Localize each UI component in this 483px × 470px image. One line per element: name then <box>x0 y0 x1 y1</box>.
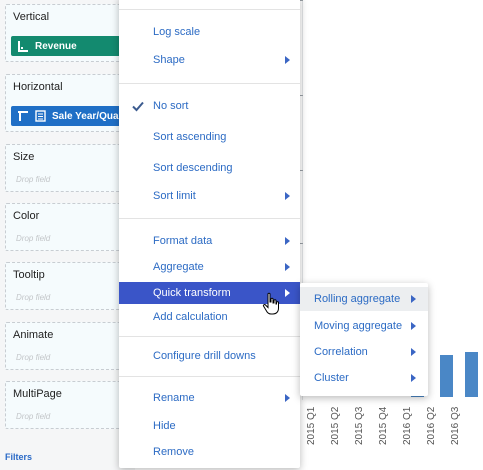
menu-item-hide-label: Hide <box>153 420 176 432</box>
menu-item-log-scale-label: Log scale <box>153 26 201 38</box>
animate-shelf[interactable]: Animate Drop field <box>5 322 133 370</box>
menu-item-no-sort[interactable]: No sort <box>119 95 300 117</box>
menu-item-sort-ascending-label: Sort ascending <box>153 131 227 143</box>
submenu-item-cluster-label: Cluster <box>314 372 349 384</box>
submenu-item-rolling-aggregate[interactable]: Rolling aggregate <box>300 287 428 311</box>
animate-drop-field: Drop field <box>16 353 51 362</box>
menu-separator <box>119 336 300 337</box>
x-axis-tick-label: 2015 Q1 <box>306 406 317 445</box>
revenue-pill[interactable]: Revenue <box>11 36 126 56</box>
menu-item-shape-label: Shape <box>153 54 185 66</box>
dimension-axis-icon <box>18 111 28 121</box>
menu-item-sort-descending-label: Sort descending <box>153 162 233 174</box>
calendar-icon <box>35 110 46 122</box>
submenu-arrow-icon <box>285 237 290 245</box>
chart-bar[interactable] <box>440 355 453 397</box>
hand-cursor-icon <box>262 292 279 315</box>
size-shelf[interactable]: Size Drop field <box>5 144 133 192</box>
submenu-item-correlation[interactable]: Correlation <box>300 340 428 364</box>
menu-item-rename[interactable]: Rename <box>119 387 300 409</box>
menu-item-format-data[interactable]: Format data <box>119 230 300 252</box>
menu-item-shape[interactable]: Shape <box>119 49 300 71</box>
menu-item-add-calculation-label: Add calculation <box>153 311 228 323</box>
menu-separator <box>119 218 300 219</box>
menu-item-sort-limit-label: Sort limit <box>153 190 196 202</box>
tooltip-shelf-label: Tooltip <box>13 269 45 281</box>
submenu-arrow-icon <box>411 322 416 330</box>
checkmark-icon <box>132 101 144 112</box>
submenu-arrow-icon <box>285 394 290 402</box>
submenu-arrow-icon <box>411 348 416 356</box>
filters-label[interactable]: Filters <box>5 452 32 462</box>
submenu-arrow-icon <box>285 56 290 64</box>
color-shelf[interactable]: Color Drop field <box>5 203 133 251</box>
x-axis-tick-label: 2016 Q3 <box>450 406 461 445</box>
multipage-drop-field: Drop field <box>16 412 51 421</box>
menu-item-configure-drill-downs-label: Configure drill downs <box>153 350 256 362</box>
menu-item-log-scale[interactable]: Log scale <box>119 21 300 43</box>
field-context-menu: Log scale Shape No sort Sort ascending S… <box>119 0 300 468</box>
measure-axis-icon <box>18 41 28 52</box>
menu-separator <box>119 83 300 84</box>
x-axis-tick-label: 2015 Q3 <box>354 406 365 445</box>
shelves-panel: Vertical Revenue Horizontal Sale Year/Qu… <box>0 0 135 470</box>
x-axis-tick-label: 2016 Q2 <box>426 406 437 445</box>
sale-year-quarter-pill[interactable]: Sale Year/Qua <box>11 106 126 126</box>
chart-bar[interactable] <box>465 352 478 397</box>
animate-shelf-label: Animate <box>13 329 54 341</box>
menu-separator <box>119 376 300 377</box>
tooltip-shelf[interactable]: Tooltip Drop field <box>5 262 133 310</box>
menu-item-format-data-label: Format data <box>153 235 213 247</box>
vertical-shelf-label: Vertical <box>13 11 50 23</box>
horizontal-shelf-label: Horizontal <box>13 81 63 93</box>
menu-item-sort-descending[interactable]: Sort descending <box>119 157 300 179</box>
horizontal-shelf[interactable]: Horizontal Sale Year/Qua <box>5 74 133 132</box>
size-shelf-label: Size <box>13 151 35 163</box>
submenu-arrow-icon <box>285 289 290 297</box>
multipage-shelf-label: MultiPage <box>13 388 62 400</box>
menu-item-remove[interactable]: Remove <box>119 441 300 463</box>
submenu-item-moving-aggregate[interactable]: Moving aggregate <box>300 314 428 338</box>
revenue-pill-label: Revenue <box>35 40 77 52</box>
submenu-item-rolling-aggregate-label: Rolling aggregate <box>314 293 401 305</box>
vertical-shelf[interactable]: Vertical Revenue <box>5 4 133 62</box>
tooltip-drop-field: Drop field <box>16 293 51 302</box>
color-drop-field: Drop field <box>16 234 51 243</box>
menu-item-configure-drill-downs[interactable]: Configure drill downs <box>119 345 300 367</box>
x-axis-tick-label: 2015 Q4 <box>378 406 389 445</box>
submenu-item-cluster[interactable]: Cluster <box>300 366 428 390</box>
menu-item-remove-label: Remove <box>153 446 194 458</box>
submenu-item-moving-aggregate-label: Moving aggregate <box>314 320 403 332</box>
x-axis-tick-label: 2016 Q1 <box>402 406 413 445</box>
color-shelf-label: Color <box>13 210 40 222</box>
menu-item-hide[interactable]: Hide <box>119 415 300 437</box>
submenu-arrow-icon <box>285 192 290 200</box>
menu-item-quick-transform-label: Quick transform <box>153 287 231 299</box>
submenu-arrow-icon <box>285 263 290 271</box>
quick-transform-submenu: Rolling aggregate Moving aggregate Corre… <box>300 283 428 396</box>
menu-separator <box>119 9 300 10</box>
size-drop-field: Drop field <box>16 175 51 184</box>
multipage-shelf[interactable]: MultiPage Drop field <box>5 381 133 429</box>
menu-item-no-sort-label: No sort <box>153 100 189 112</box>
menu-item-aggregate[interactable]: Aggregate <box>119 256 300 278</box>
x-axis-tick-label: 2015 Q2 <box>330 406 341 445</box>
menu-item-aggregate-label: Aggregate <box>153 261 204 273</box>
submenu-arrow-icon <box>411 295 416 303</box>
submenu-arrow-icon <box>411 374 416 382</box>
menu-item-sort-limit[interactable]: Sort limit <box>119 185 300 207</box>
menu-item-rename-label: Rename <box>153 392 195 404</box>
sale-year-quarter-pill-label: Sale Year/Qua <box>52 110 119 122</box>
submenu-item-correlation-label: Correlation <box>314 346 368 358</box>
menu-item-sort-ascending[interactable]: Sort ascending <box>119 126 300 148</box>
